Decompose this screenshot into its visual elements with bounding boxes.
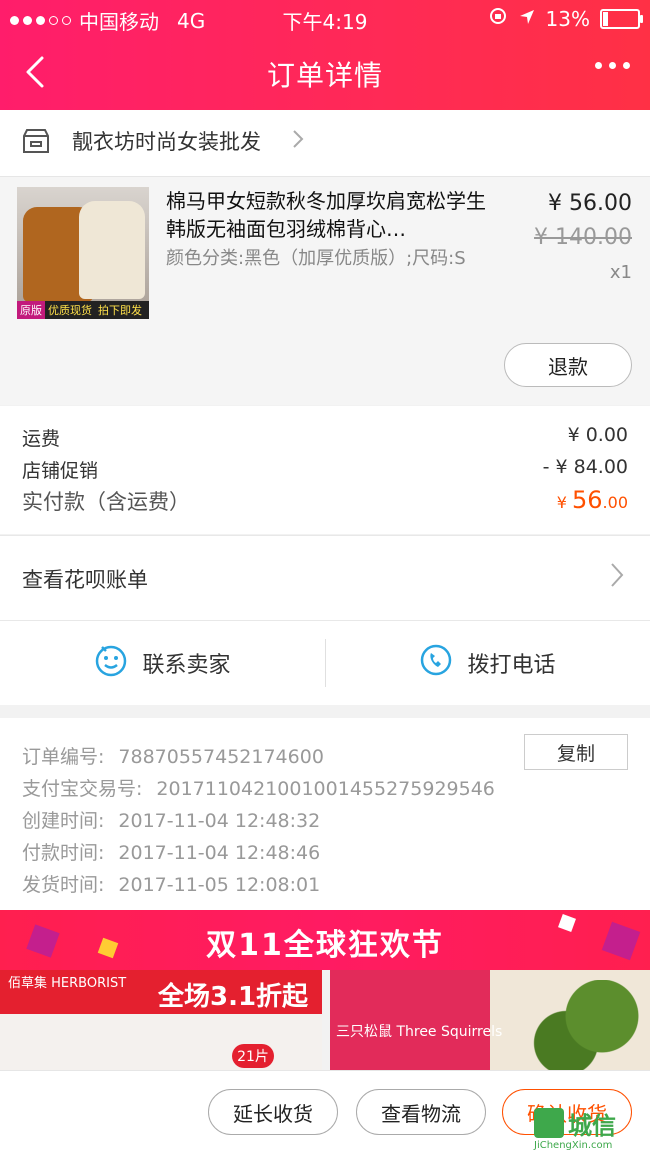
promo-card-herborist[interactable]: 佰草集 HERBORIST 全场3.1折起 21片 [0,970,322,1070]
paid-time-label: 付款时间: [22,842,105,864]
shop-row[interactable]: 靓衣坊时尚女装批发 [0,110,650,177]
promo-label: 店铺促销 [22,460,99,482]
product-thumbnail[interactable]: 原版 优质现货 拍下即发 [17,187,149,319]
paid-integer: 56 [572,486,603,514]
promo-card-three-squirrels[interactable]: 三只松鼠 Three Squirrels [330,970,650,1070]
huabei-bill-row[interactable]: 查看花呗账单 [0,535,650,620]
huabei-label: 查看花呗账单 [22,568,148,592]
battery-percent: 13% [545,6,590,31]
watermark-sub: JiChengXin.com [534,1140,613,1151]
product-original-price: ¥ 140.00 [534,225,632,250]
alipay-number-row: 支付宝交易号: 2017110421001001455275929546 [22,774,495,801]
chat-face-icon [94,643,128,683]
shipped-time-row: 发货时间: 2017-11-05 12:08:01 [22,870,320,897]
product-item[interactable]: 原版 优质现货 拍下即发 棉马甲女短款秋冬加厚坎肩宽松学生韩版无袖面包羽绒棉背心… [0,177,650,405]
alipay-number-value: 2017110421001001455275929546 [156,778,495,800]
paid-time-value: 2017-11-04 12:48:46 [118,842,321,864]
fee-summary: 运费 ¥ 0.00 店铺促销 - ¥ 84.00 实付款（含运费） ¥ 56.0… [0,406,650,534]
rotation-lock-icon [488,6,508,31]
more-button[interactable] [595,62,630,69]
thumb-tag: 拍下即发 [98,304,142,317]
order-number-row: 订单编号: 78870557452174600 [22,742,324,769]
decor-leaves [530,980,650,1070]
currency-symbol: ¥ [556,493,572,512]
paid-value: ¥ 56.00 [557,486,628,514]
order-number-label: 订单编号: [22,746,105,768]
created-time-value: 2017-11-04 12:48:32 [118,810,321,832]
shipping-value: ¥ 0.00 [567,424,628,446]
watermark-text: 城信 [568,1112,616,1140]
page-title: 订单详情 [266,59,383,92]
thumbnail-tags: 原版 优质现货 拍下即发 [17,301,149,319]
chevron-right-icon [292,129,304,155]
created-time-row: 创建时间: 2017-11-04 12:48:32 [22,806,320,833]
watermark-logo-icon [534,1108,564,1138]
promo-row: 店铺促销 - ¥ 84.00 [22,456,628,483]
contact-seller-label: 联系卖家 [142,653,231,678]
shipped-time-value: 2017-11-05 12:08:01 [118,874,321,896]
copy-button[interactable]: 复制 [524,734,628,770]
chevron-right-icon [610,562,624,595]
order-number-value: 78870557452174600 [118,746,324,768]
product-quantity: x1 [609,262,632,283]
watermark: 城信 JiChengXin.com [534,1104,644,1154]
contact-seller-button[interactable]: 联系卖家 [0,621,325,705]
more-dot-icon [595,62,602,69]
created-time-label: 创建时间: [22,810,105,832]
order-info: 订单编号: 78870557452174600 复制 支付宝交易号: 2017110… [0,718,650,910]
promo-discount: 全场3.1折起 [158,982,309,1012]
refund-button[interactable]: 退款 [504,343,632,387]
promo-banner[interactable]: 双11全球狂欢节 [0,910,650,970]
product-price: ¥ 56.00 [548,191,632,216]
header: 中国移动 4G 下午4:19 13% 订单详情 [0,0,650,110]
alipay-number-label: 支付宝交易号: [22,778,143,800]
promo-brand: 三只松鼠 Three Squirrels [336,1024,503,1040]
promo-value: - ¥ 84.00 [542,456,628,478]
thumb-tag: 原版 [17,301,45,319]
paid-row: 实付款（含运费） ¥ 56.00 [22,486,628,516]
promo-count-badge: 21片 [232,1044,274,1068]
promo-brand: 佰草集 HERBORIST [8,976,127,991]
paid-label: 实付款（含运费） [22,490,190,514]
phone-icon [419,643,453,683]
status-bar: 中国移动 4G 下午4:19 13% [0,0,650,36]
more-dot-icon [623,62,630,69]
more-dot-icon [609,62,616,69]
shipped-time-label: 发货时间: [22,874,105,896]
paid-time-row: 付款时间: 2017-11-04 12:48:46 [22,838,320,865]
shop-icon [22,128,50,158]
battery-icon [600,8,643,29]
product-title[interactable]: 棉马甲女短款秋冬加厚坎肩宽松学生韩版无袖面包羽绒棉背心… [166,187,496,243]
call-phone-label: 拨打电话 [467,653,556,678]
thumb-tag: 优质现货 [48,304,92,317]
call-phone-button[interactable]: 拨打电话 [325,621,650,705]
location-icon [518,7,536,31]
contact-bar: 联系卖家 拨打电话 [0,620,650,705]
shipping-label: 运费 [22,428,61,450]
nav-bar: 订单详情 [0,36,650,110]
product-spec: 颜色分类:黑色（加厚优质版）;尺码:S [166,248,466,269]
shop-name: 靓衣坊时尚女装批发 [72,130,261,154]
paid-decimal: .00 [602,493,628,512]
extend-receipt-button[interactable]: 延长收货 [208,1089,338,1135]
banner-title: 双11全球狂欢节 [206,928,444,963]
view-logistics-button[interactable]: 查看物流 [356,1089,486,1135]
shipping-fee-row: 运费 ¥ 0.00 [22,424,628,451]
